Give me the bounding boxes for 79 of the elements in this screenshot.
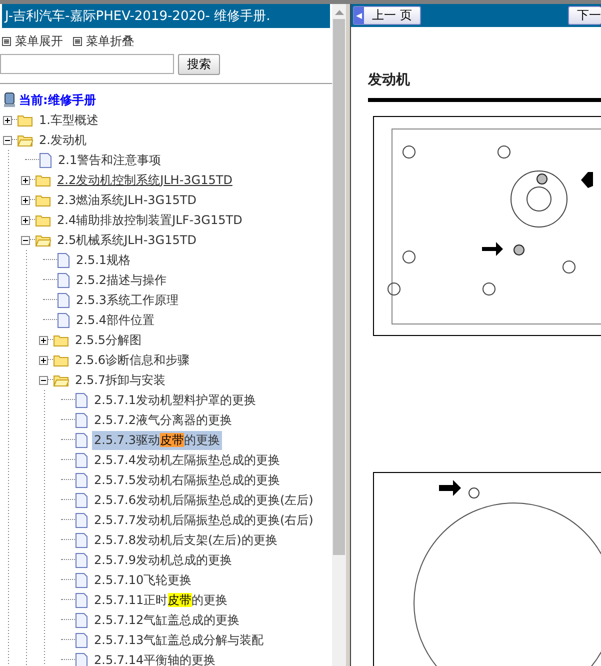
tree-item[interactable]: 2.5.7.6发动机后隔振垫总成的更换(左后): [92, 490, 316, 510]
document-icon: [57, 252, 70, 268]
tree-item[interactable]: 2.5.7.13气缸盖总成分解与装配: [92, 630, 266, 650]
tree-item[interactable]: 2.5.4部件位置: [74, 310, 157, 330]
computer-icon: [3, 92, 16, 108]
document-icon: [75, 512, 88, 528]
document-icon: [57, 272, 70, 288]
document-icon: [75, 492, 88, 508]
collapse-icon[interactable]: [3, 136, 12, 144]
tree-item[interactable]: 2.5.7.4发动机左隔振垫总成的更换: [92, 450, 282, 470]
collapse-icon[interactable]: [39, 376, 48, 384]
expand-icon[interactable]: [39, 356, 48, 364]
folder-icon: [35, 214, 51, 226]
document-icon: [75, 412, 88, 428]
tree-root-label: 当前:维修手册: [19, 92, 96, 108]
document-icon: [75, 592, 88, 608]
page-heading: 发动机: [368, 71, 601, 102]
window-title: J-吉利汽车-嘉际PHEV-2019-2020- 维修手册.: [2, 4, 330, 28]
tree-item[interactable]: 2.发动机: [37, 130, 88, 150]
tree-item[interactable]: 2.1警告和注意事项: [56, 150, 164, 170]
tree-item[interactable]: 2.3燃油系统JLH-3G15TD: [55, 190, 198, 210]
tree-item[interactable]: 2.5.7.10飞轮更换: [92, 570, 194, 590]
document-icon: [75, 432, 88, 448]
tree-item[interactable]: 2.5.6诊断信息和步骤: [73, 350, 192, 370]
folder-icon: [35, 174, 51, 186]
scrollbar[interactable]: [332, 4, 346, 666]
expand-icon[interactable]: [21, 216, 30, 224]
tree-item[interactable]: 2.5.7.12气缸盖总成的更换: [92, 610, 242, 630]
tree-item[interactable]: 2.5.5分解图: [73, 330, 144, 350]
folder-icon: [17, 134, 33, 146]
folder-icon: [53, 374, 69, 386]
document-icon: [57, 312, 70, 328]
expand-icon[interactable]: [21, 196, 30, 204]
document-icon: [75, 572, 88, 588]
arrow-left-icon: [356, 12, 362, 18]
folder-icon: [53, 334, 69, 346]
expand-icon[interactable]: [21, 176, 30, 184]
scrollbar-thumb[interactable]: [333, 19, 345, 555]
tree-item[interactable]: 1.车型概述: [37, 110, 100, 130]
document-icon: [75, 452, 88, 468]
tree-item[interactable]: 2.5机械系统JLH-3G15TD: [55, 230, 198, 250]
next-page-button[interactable]: 下一: [568, 6, 601, 25]
document-icon: [75, 532, 88, 548]
tree-item[interactable]: 2.5.7.5发动机右隔振垫总成的更换: [92, 470, 282, 490]
tree-item[interactable]: 2.5.7.8发动机后支架(左后)的更换: [92, 530, 280, 550]
folder-icon: [53, 354, 69, 366]
tree-item[interactable]: 2.5.3系统工作原理: [74, 290, 181, 310]
menu-link[interactable]: 菜单展开: [15, 33, 63, 50]
tree-item[interactable]: 2.5.7.9发动机总成的更换: [92, 550, 234, 570]
menu-link[interactable]: 菜单折叠: [86, 33, 134, 50]
document-icon: [75, 552, 88, 568]
tree-item[interactable]: 2.4辅助排放控制装置JLF-3G15TD: [55, 210, 244, 230]
document-icon: [75, 612, 88, 628]
document-icon: [75, 392, 88, 408]
folder-icon: [35, 234, 51, 246]
tree-item[interactable]: 2.5.7.14平衡轴的更换: [92, 650, 218, 666]
document-icon: [75, 652, 88, 666]
document-icon: [75, 472, 88, 488]
tree-item[interactable]: 2.5.7.1发动机塑料护罩的更换: [92, 390, 258, 410]
tree-item[interactable]: 2.5.7.3驱动皮带的更换: [92, 430, 222, 450]
folder-icon: [17, 114, 33, 126]
tree-item[interactable]: 2.2发动机控制系统JLH-3G15TD: [55, 170, 234, 190]
expand-icon[interactable]: [39, 336, 48, 344]
expand-icon[interactable]: [3, 116, 12, 124]
tree-item[interactable]: 2.5.1规格: [74, 250, 133, 270]
search-field[interactable]: [0, 54, 174, 74]
search-button[interactable]: 搜索: [178, 54, 220, 75]
folder-icon: [35, 194, 51, 206]
document-icon: [57, 292, 70, 308]
tree-item[interactable]: 2.5.7.11正时皮带的更换: [92, 590, 230, 610]
tree-item[interactable]: 2.5.7.2液气分离器的更换: [92, 410, 234, 430]
previous-page-button[interactable]: 上一 页: [353, 6, 421, 25]
menu-icon: [73, 37, 82, 46]
document-icon: [39, 152, 52, 168]
tree-item[interactable]: 2.5.7拆卸与安装: [73, 370, 168, 390]
tree-item[interactable]: 2.5.2描述与操作: [74, 270, 169, 290]
document-icon: [75, 632, 88, 648]
tree-item[interactable]: 2.5.7.7发动机后隔振垫总成的更换(右后): [92, 510, 316, 530]
collapse-icon[interactable]: [21, 236, 30, 244]
